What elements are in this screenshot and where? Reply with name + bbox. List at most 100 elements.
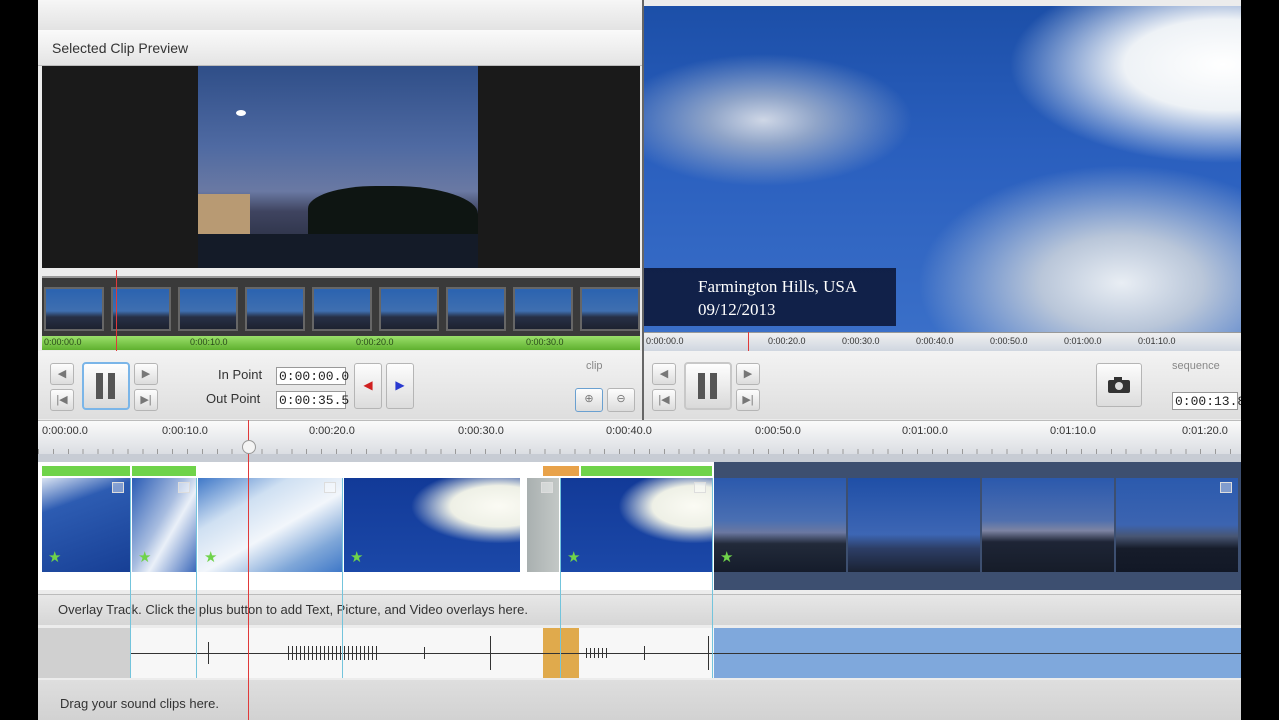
sequence-ruler-label: 0:00:20.0 [768,336,806,346]
clip-playhead[interactable] [116,270,117,352]
clip-controls: ◀ |◀ ▶ ▶| In Point 0:00:00.0 Out Point 0… [38,351,642,419]
sequence-ruler-label: 0:00:40.0 [916,336,954,346]
go-to-end-button[interactable]: ▶| [134,389,158,411]
timeline-ruler-label: 0:00:40.0 [606,425,652,437]
clip-status-bar [42,466,130,476]
seq-next-frame-button[interactable]: ▶ [736,363,760,385]
timeline-ruler-label: 0:01:10.0 [1050,425,1096,437]
filmstrip-thumbnail[interactable] [446,287,506,331]
zoom-out-icon: ⊖ [616,393,626,405]
prev-frame-icon: ◀ [659,368,669,380]
set-out-point-button[interactable]: ▶ [386,363,414,409]
pause-icon [96,373,103,399]
timeline-ruler-label: 0:01:00.0 [902,425,948,437]
clip-boundary [196,478,197,678]
sequence-pause-button[interactable] [684,362,732,410]
overlay-track[interactable]: Overlay Track. Click the plus button to … [38,594,1241,625]
sequence-ruler-label: 0:00:30.0 [842,336,880,346]
clip-status-bar [132,466,196,476]
next-frame-icon: ▶ [743,368,753,380]
zoom-out-button[interactable]: ⊖ [607,388,635,412]
timeline-ruler-label: 0:00:50.0 [755,425,801,437]
clip-boundary [712,478,713,678]
star-icon: ★ [350,549,364,566]
star-icon: ★ [204,549,218,566]
caption-location: Farmington Hills, USA [698,277,858,296]
prev-frame-icon: ◀ [57,368,67,380]
clip-ruler-label: 0:00:00.0 [44,337,82,347]
video-clip[interactable] [982,478,1114,572]
clip-boundary [342,478,343,678]
video-clip[interactable] [848,478,980,572]
sound-track-hint: Drag your sound clips here. [60,696,219,711]
clip-boundary [130,478,131,678]
video-clip[interactable]: ★ [198,478,342,572]
video-clip[interactable]: ★ [561,478,712,572]
clip-mode-label: clip [586,360,603,372]
filmstrip-thumbnail[interactable] [111,287,171,331]
sequence-time-field[interactable]: 0:00:13.8 [1172,392,1241,410]
overlay-track-hint: Overlay Track. Click the plus button to … [58,602,528,617]
filmstrip-thumbnail[interactable] [44,287,104,331]
filmstrip-thumbnail[interactable] [379,287,439,331]
filmstrip-thumbnail[interactable] [245,287,305,331]
clip-trim-bar[interactable]: 0:00:00.0 0:00:10.0 0:00:20.0 0:00:30.0 [42,336,640,350]
zoom-in-button[interactable]: ⊕ [575,388,603,412]
clip-pause-button[interactable] [82,362,130,410]
video-clip[interactable] [1116,478,1238,572]
clip-ruler-label: 0:00:20.0 [356,337,394,347]
sequence-ruler-label: 0:01:00.0 [1064,336,1102,346]
audio-track[interactable] [38,628,1241,678]
clip-ruler-label: 0:00:30.0 [526,337,564,347]
in-point-field[interactable]: 0:00:00.0 [276,367,349,385]
timeline-ruler-label: 0:00:30.0 [458,425,504,437]
out-point-field[interactable]: 0:00:35.5 [276,391,349,409]
sequence-mode-label: sequence [1172,360,1220,372]
star-icon: ★ [567,549,581,566]
caption-date: 09/12/2013 [698,300,776,319]
video-clip[interactable]: ★ [344,478,520,572]
sequence-ruler[interactable]: 0:00:00.0 0:00:20.0 0:00:30.0 0:00:40.0 … [644,332,1241,351]
filmstrip-thumbnail[interactable] [580,287,640,331]
video-clip[interactable]: ★ [132,478,196,572]
star-icon: ★ [48,549,62,566]
set-out-point-icon: ▶ [395,378,405,392]
camera-icon [1108,377,1130,393]
next-frame-icon: ▶ [141,368,151,380]
sequence-ruler-label: 0:00:00.0 [646,336,684,346]
video-clip[interactable] [527,478,559,572]
filmstrip-thumbnail[interactable] [513,287,573,331]
video-clip[interactable]: ★ [714,478,846,572]
zoom-in-icon: ⊕ [584,393,594,405]
video-track[interactable]: ★ ★ ★ ★ ★ ★ [38,462,1241,590]
seq-go-to-start-button[interactable]: |◀ [652,389,676,411]
go-to-end-icon: ▶| [140,394,152,406]
clip-preview-frame [198,66,478,268]
clip-filmstrip[interactable] [42,276,640,338]
snapshot-button[interactable] [1096,363,1142,407]
next-frame-button[interactable]: ▶ [134,363,158,385]
video-editor-app: Selected Clip Preview 0:00:00.0 0:00:10.… [38,0,1241,720]
timeline-playhead[interactable] [248,420,249,720]
go-to-start-icon: |◀ [658,394,670,406]
video-clip[interactable]: ★ [42,478,130,572]
filmstrip-thumbnail[interactable] [178,287,238,331]
prev-frame-button[interactable]: ◀ [50,363,74,385]
clip-status-bar [581,466,712,476]
go-to-start-button[interactable]: |◀ [50,389,74,411]
go-to-start-icon: |◀ [56,394,68,406]
star-icon: ★ [138,549,152,566]
timeline-ruler[interactable]: 0:00:00.0 0:00:10.0 0:00:20.0 0:00:30.0 … [38,420,1241,455]
set-in-point-button[interactable]: ◀ [354,363,382,409]
transition-status-bar [543,466,579,476]
seq-prev-frame-button[interactable]: ◀ [652,363,676,385]
sound-track[interactable]: Drag your sound clips here. [38,680,1241,720]
clip-ruler-label: 0:00:10.0 [190,337,228,347]
filmstrip-thumbnail[interactable] [312,287,372,331]
seq-go-to-end-button[interactable]: ▶| [736,389,760,411]
sequence-ruler-label: 0:00:50.0 [990,336,1028,346]
timeline-playhead-handle[interactable] [242,440,256,454]
sequence-playhead[interactable] [748,332,749,352]
clip-boundary [560,478,561,678]
go-to-end-icon: ▶| [742,394,754,406]
